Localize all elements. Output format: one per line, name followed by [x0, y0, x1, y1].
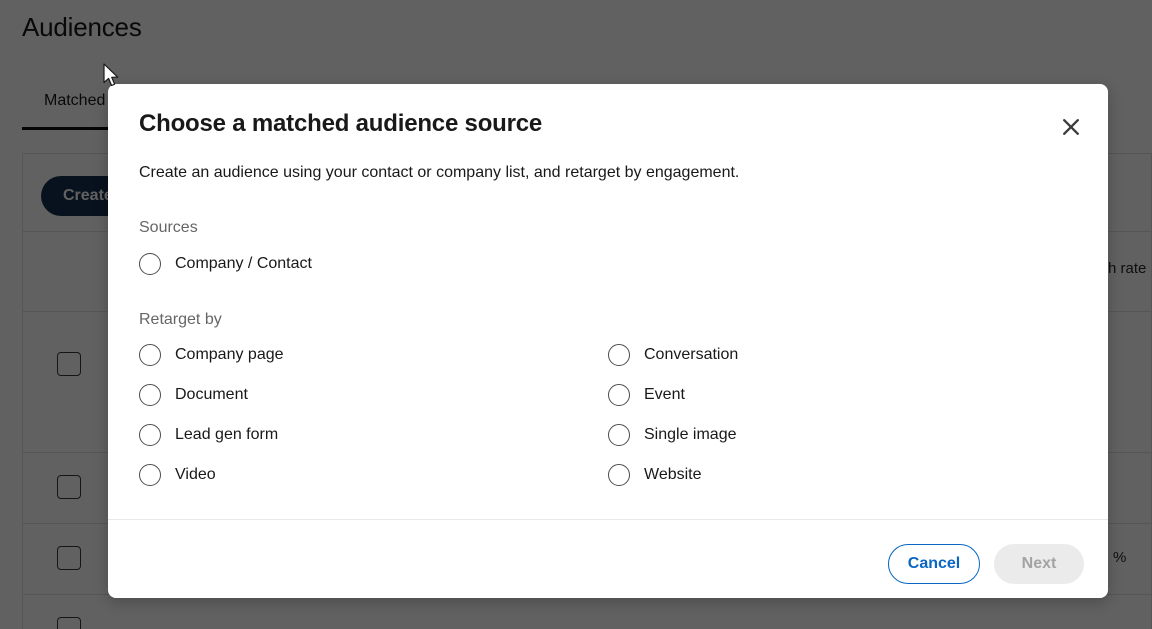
cancel-button[interactable]: Cancel: [888, 544, 980, 584]
retarget-group-label: Retarget by: [139, 311, 222, 328]
radio-single-image[interactable]: Single image: [608, 424, 737, 446]
radio-label: Website: [644, 466, 702, 483]
radio-conversation[interactable]: Conversation: [608, 344, 738, 366]
close-icon[interactable]: [1056, 112, 1086, 142]
radio-label: Company / Contact: [175, 255, 312, 272]
radio-circle-icon: [139, 384, 161, 406]
radio-company-contact[interactable]: Company / Contact: [139, 253, 312, 275]
matched-audience-source-dialog: Choose a matched audience source Create …: [108, 84, 1108, 598]
next-button: Next: [994, 544, 1084, 584]
radio-label: Conversation: [644, 346, 739, 363]
app-root: Audiences Matched Create h rate: [0, 0, 1152, 629]
radio-label: Single image: [644, 426, 737, 443]
footer-divider: [108, 519, 1108, 520]
radio-circle-icon: [608, 464, 630, 486]
radio-label: Lead gen form: [175, 426, 279, 443]
radio-event[interactable]: Event: [608, 384, 685, 406]
radio-circle-icon: [139, 464, 161, 486]
radio-circle-icon: [139, 253, 161, 275]
radio-circle-icon: [608, 344, 630, 366]
radio-label: Company page: [175, 346, 284, 363]
sources-group-label: Sources: [139, 219, 198, 236]
radio-circle-icon: [139, 344, 161, 366]
radio-circle-icon: [608, 384, 630, 406]
radio-video[interactable]: Video: [139, 464, 216, 486]
radio-label: Document: [175, 386, 248, 403]
radio-website[interactable]: Website: [608, 464, 702, 486]
radio-circle-icon: [139, 424, 161, 446]
radio-circle-icon: [608, 424, 630, 446]
radio-lead-gen-form[interactable]: Lead gen form: [139, 424, 278, 446]
dialog-title: Choose a matched audience source: [139, 110, 543, 137]
dialog-subtitle: Create an audience using your contact or…: [139, 164, 740, 181]
radio-label: Video: [175, 466, 216, 483]
radio-label: Event: [644, 386, 685, 403]
radio-document[interactable]: Document: [139, 384, 248, 406]
radio-company-page[interactable]: Company page: [139, 344, 284, 366]
